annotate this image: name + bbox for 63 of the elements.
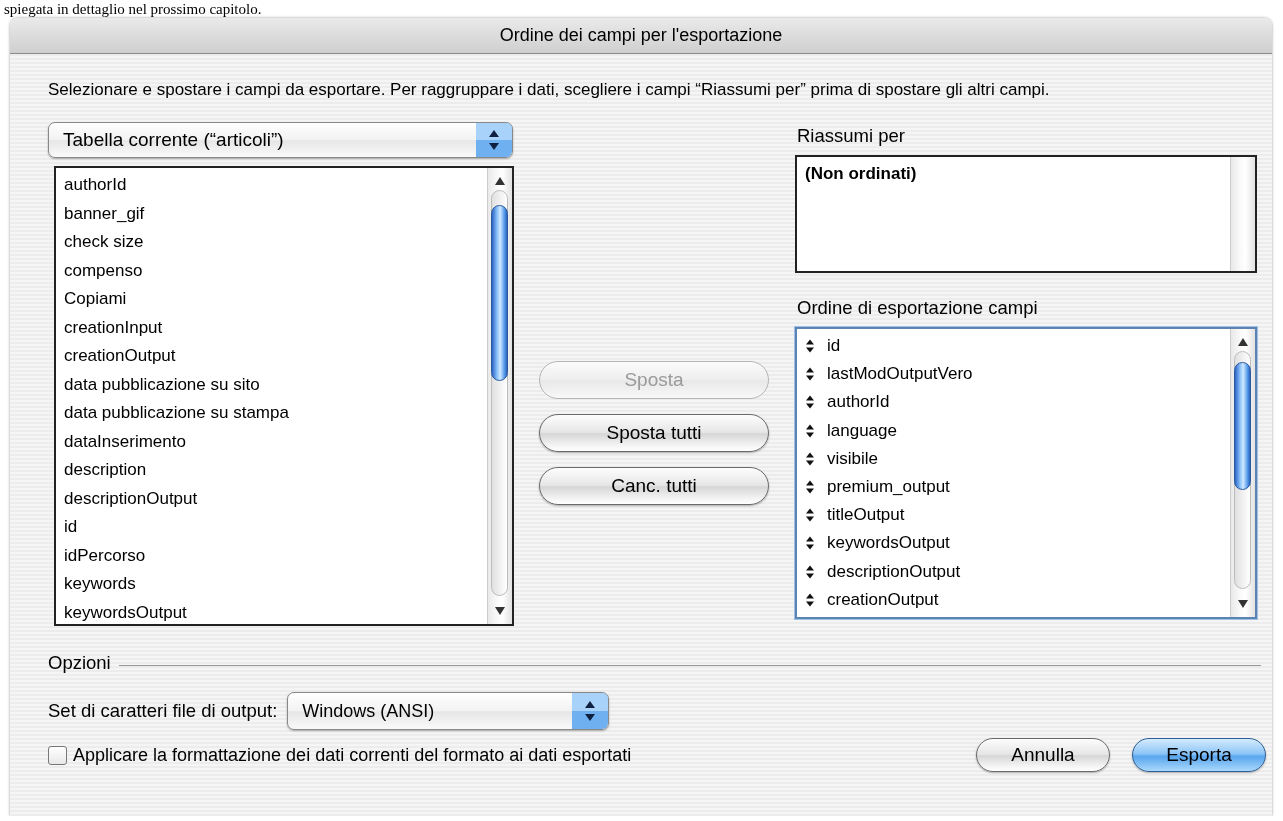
scroll-down-icon[interactable]: [1237, 599, 1249, 609]
section-label: Opzioni: [48, 652, 111, 674]
section-label: Ordine di esportazione campi: [797, 297, 1039, 319]
list-item[interactable]: authorId: [64, 175, 127, 196]
checkbox-label: Applicare la formattazione dei dati correnti del formato ai dati esportati: [73, 744, 632, 766]
dropdown[interactable]: Windows (ANSI): [287, 692, 610, 730]
reorder-arrows-icon[interactable]: [805, 536, 815, 551]
scrollbar[interactable]: [487, 168, 512, 624]
list-item[interactable]: lastModOutputVero: [827, 364, 973, 385]
move-button[interactable]: Sposta tutti: [539, 414, 769, 452]
list-item[interactable]: Copiami: [64, 289, 127, 310]
reorder-arrows-icon[interactable]: [805, 451, 815, 466]
scroll-thumb[interactable]: [491, 205, 508, 381]
dropdown[interactable]: Tabella corrente (“articoli”): [48, 122, 513, 158]
list-item[interactable]: id: [64, 517, 78, 538]
dialog-button[interactable]: Annulla: [976, 738, 1110, 772]
reorder-arrows-icon[interactable]: [805, 592, 815, 607]
list-item[interactable]: keywords: [64, 574, 136, 595]
dialog-button[interactable]: Esporta: [1132, 738, 1266, 772]
scroll-up-icon[interactable]: [494, 176, 506, 186]
list-item[interactable]: check size: [64, 232, 144, 253]
list-item[interactable]: descriptionOutput: [827, 561, 961, 582]
list-item[interactable]: data pubblicazione su sito: [64, 374, 260, 395]
list-item[interactable]: idPercorso: [64, 545, 146, 566]
list-item[interactable]: description: [64, 460, 147, 481]
reorder-arrows-icon[interactable]: [805, 508, 815, 523]
move-button[interactable]: Canc. tutti: [539, 467, 769, 505]
list-item[interactable]: keywordsOutput: [827, 533, 950, 554]
list-item[interactable]: dataInserimento: [64, 431, 186, 452]
list-item[interactable]: visibile: [827, 448, 879, 469]
popup-arrows-icon: [476, 123, 512, 157]
list-item[interactable]: id: [827, 336, 841, 357]
instructions-text: Selezionare e spostare i campi da esportare. Per raggruppare i dati, scegliere i campi “Riassumi per” prima di spostare gli altri campi.: [48, 80, 1051, 100]
list-item[interactable]: data pubblicazione su stampa: [64, 403, 289, 424]
list-item[interactable]: banner_gif: [64, 203, 145, 224]
list-item[interactable]: creationInput: [64, 317, 163, 338]
reorder-arrows-icon[interactable]: [805, 480, 815, 495]
reorder-arrows-icon[interactable]: [805, 339, 815, 354]
list-item[interactable]: creationOutput: [827, 589, 939, 610]
list-item[interactable]: compenso: [64, 260, 143, 281]
scroll-up-icon[interactable]: [1237, 337, 1249, 347]
field-label: Set di caratteri file di output:: [48, 700, 278, 722]
list-item[interactable]: creationOutput: [64, 346, 176, 367]
checkbox[interactable]: [48, 745, 67, 765]
reorder-arrows-icon[interactable]: [805, 564, 815, 579]
list-item[interactable]: keywordsOutput: [64, 602, 187, 623]
reorder-arrows-icon[interactable]: [805, 367, 815, 382]
list-item[interactable]: premium_output: [827, 477, 950, 498]
reorder-arrows-icon[interactable]: [805, 423, 815, 438]
list-item[interactable]: titleOutput: [827, 505, 905, 526]
popup-arrows-icon: [572, 693, 609, 729]
window-title: Ordine dei campi per l'esportazione: [499, 25, 783, 46]
reorder-arrows-icon[interactable]: [805, 395, 815, 410]
section-label: Riassumi per: [797, 125, 906, 147]
scrollbar[interactable]: [1230, 157, 1255, 271]
scroll-down-icon[interactable]: [494, 606, 506, 616]
page-text: spiegata in dettaglio nel prossimo capitolo.: [4, 1, 262, 18]
list-item[interactable]: authorId: [827, 392, 890, 413]
scroll-thumb[interactable]: [1234, 362, 1251, 490]
list-item[interactable]: descriptionOutput: [64, 488, 198, 509]
list-item[interactable]: language: [827, 420, 897, 441]
scrollbar[interactable]: [1230, 329, 1255, 617]
list-item[interactable]: (Non ordinati): [805, 164, 917, 184]
